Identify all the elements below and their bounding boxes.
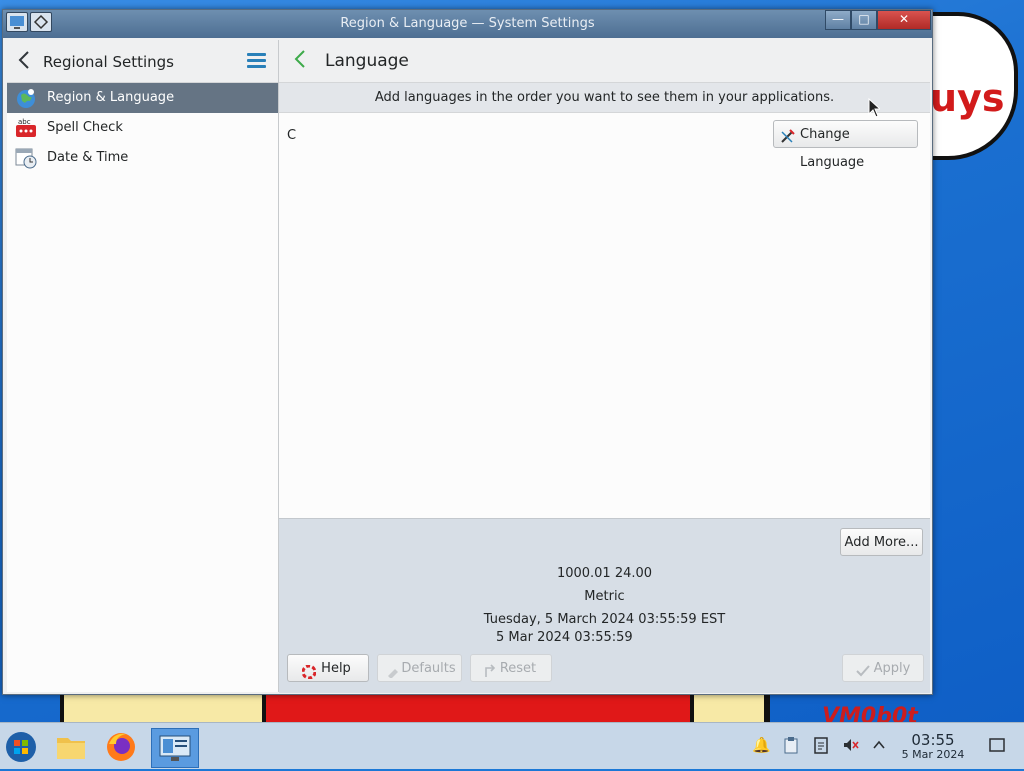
help-button[interactable]: Help [287,654,369,682]
help-label: Help [321,661,351,676]
change-language-icon [780,127,796,155]
sidebar-item-date-time[interactable]: Date & Time [7,143,278,173]
system-settings-window: Region & Language — System Settings — □ … [2,9,933,695]
apply-button[interactable]: Apply [842,654,924,682]
start-menu-icon[interactable] [2,728,40,766]
minimize-button[interactable]: — [825,10,851,30]
notifications-icon[interactable]: 🔔 [752,736,771,754]
settings-footer: Add More... 1000.01 24.00 Metric Tuesday… [279,518,930,693]
sidebar-header: Regional Settings [7,40,278,83]
long-date-example: Tuesday, 5 March 2024 03:55:59 EST [483,612,726,627]
maximize-button[interactable]: □ [851,10,877,30]
mouse-cursor-icon [868,97,882,122]
calendar-clock-icon [15,147,37,169]
wallpaper-text: uys [930,76,1005,120]
file-manager-icon[interactable] [52,728,90,766]
window-title: Region & Language — System Settings [340,16,595,31]
sidebar-item-label: Spell Check [47,120,123,135]
change-language-label: Change Language [800,127,865,170]
close-button[interactable]: ✕ [877,10,931,30]
chevron-left-icon[interactable] [293,49,307,74]
show-hidden-chevron-icon[interactable] [870,736,888,754]
sidebar-title: Regional Settings [43,53,175,71]
reset-button[interactable]: Reset [470,654,552,682]
defaults-button[interactable]: Defaults [377,654,462,682]
measurement-example: Metric [584,589,625,604]
main-header: Language [279,40,930,83]
sidebar-item-label: Date & Time [47,150,129,165]
hamburger-menu-icon[interactable] [247,53,266,68]
apply-label: Apply [873,661,911,676]
change-language-button[interactable]: Change Language [773,120,918,170]
system-settings-icon[interactable] [151,728,199,768]
language-hint: Add languages in the order you want to s… [279,83,930,113]
show-desktop-icon[interactable] [988,736,1006,754]
taskbar: 🔔 03:55 5 Mar 2024 [0,722,1024,769]
reset-icon [483,661,497,689]
wallpaper-watermark: VM0b0t [822,704,918,722]
add-more-button[interactable]: Add More... [840,528,923,556]
window-titlebar[interactable]: Region & Language — System Settings — □ … [3,10,932,38]
defaults-icon [386,661,400,689]
firefox-icon[interactable] [102,728,140,766]
language-list-item[interactable]: C [287,128,296,143]
sidebar-item-label: Region & Language [47,90,175,105]
checkmark-icon [855,661,871,689]
volume-muted-icon[interactable] [842,736,860,754]
number-format-example: 1000.01 24.00 [556,566,653,581]
defaults-label: Defaults [401,661,456,676]
chevron-left-icon[interactable] [17,50,31,75]
help-icon [301,662,317,690]
clipboard-icon[interactable] [782,736,800,754]
reset-label: Reset [499,661,537,676]
sidebar-item-region-language[interactable]: Region & Language [7,83,278,113]
clock-time[interactable]: 03:55 [898,731,968,749]
sidebar: Regional Settings Region & Language abc … [7,40,279,692]
sidebar-item-spell-check[interactable]: abc Spell Check [7,113,278,143]
clock-date[interactable]: 5 Mar 2024 [894,748,972,761]
short-date-example: 5 Mar 2024 03:55:59 [496,630,633,645]
spellcheck-icon: abc [15,117,37,139]
svg-text:abc: abc [18,118,31,126]
page-title: Language [325,51,409,71]
klipper-icon[interactable] [812,736,830,754]
main-panel: Language Add languages in the order you … [279,40,930,693]
globe-icon [15,87,37,109]
